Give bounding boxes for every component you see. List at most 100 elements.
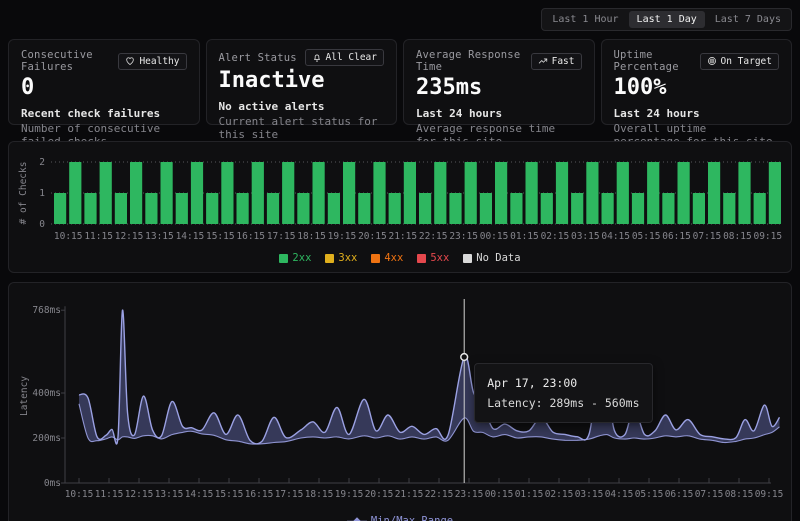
bar[interactable] — [358, 193, 370, 224]
svg-text:02:15: 02:15 — [545, 489, 574, 500]
status-badge-on-target: On Target — [700, 53, 779, 70]
minmax-band — [79, 310, 780, 444]
bar[interactable] — [191, 162, 203, 224]
svg-text:0ms: 0ms — [44, 478, 61, 489]
bar[interactable] — [161, 162, 173, 224]
status-badge-fast: Fast — [531, 53, 582, 70]
bar[interactable] — [237, 193, 249, 224]
stat-card-alert-status: Alert Status All Clear Inactive No activ… — [206, 39, 398, 125]
badge-label: On Target — [721, 56, 772, 67]
bar[interactable] — [526, 162, 538, 224]
bar[interactable] — [510, 193, 522, 224]
svg-text:15:15: 15:15 — [206, 231, 235, 242]
bar[interactable] — [313, 162, 325, 224]
svg-text:14:15: 14:15 — [185, 489, 214, 500]
bar[interactable] — [632, 193, 644, 224]
bar[interactable] — [678, 162, 690, 224]
bar[interactable] — [480, 193, 492, 224]
svg-text:13:15: 13:15 — [155, 489, 184, 500]
stat-card-average-response-time: Average Response Time Fast 235ms Last 24… — [403, 39, 595, 125]
svg-text:01:15: 01:15 — [510, 231, 539, 242]
legend-item-minmax-range[interactable]: Min/Max Range — [347, 515, 453, 521]
heart-pulse-icon — [125, 56, 135, 66]
svg-text:22:15: 22:15 — [419, 231, 448, 242]
bar[interactable] — [206, 193, 218, 224]
bar[interactable] — [602, 193, 614, 224]
bar[interactable] — [769, 162, 781, 224]
bar[interactable] — [343, 162, 355, 224]
bar[interactable] — [84, 193, 96, 224]
bell-icon — [312, 53, 322, 63]
bar[interactable] — [297, 193, 309, 224]
time-range-group: Last 1 Hour Last 1 Day Last 7 Days — [541, 8, 792, 31]
bar[interactable] — [328, 193, 340, 224]
bar[interactable] — [145, 193, 157, 224]
bar[interactable] — [708, 162, 720, 224]
legend-item-no-data[interactable]: No Data — [463, 252, 520, 264]
bar[interactable] — [389, 193, 401, 224]
stat-card-consecutive-failures: Consecutive Failures Healthy 0 Recent ch… — [8, 39, 200, 125]
legend-item-2xx[interactable]: 2xx — [279, 252, 311, 264]
bar[interactable] — [647, 162, 659, 224]
bar[interactable] — [373, 162, 385, 224]
svg-text:0: 0 — [39, 219, 45, 230]
latency-area-chart[interactable]: Latency768ms400ms200ms0ms10:1511:1512:15… — [17, 291, 783, 509]
bar[interactable] — [130, 162, 142, 224]
bar[interactable] — [738, 162, 750, 224]
svg-text:21:15: 21:15 — [395, 489, 424, 500]
bar[interactable] — [282, 162, 294, 224]
bar[interactable] — [754, 193, 766, 224]
tooltip-latency-range: Latency: 289ms - 560ms — [487, 393, 639, 413]
svg-text:768ms: 768ms — [32, 305, 61, 316]
legend-item-3xx[interactable]: 3xx — [325, 252, 357, 264]
bar[interactable] — [267, 193, 279, 224]
time-range-last-1-day[interactable]: Last 1 Day — [629, 11, 705, 28]
time-range-last-1-hour[interactable]: Last 1 Hour — [544, 11, 626, 28]
svg-text:23:15: 23:15 — [455, 489, 484, 500]
bar[interactable] — [541, 193, 553, 224]
svg-text:20:15: 20:15 — [358, 231, 387, 242]
bar[interactable] — [586, 162, 598, 224]
svg-text:00:15: 00:15 — [480, 231, 509, 242]
bar[interactable] — [495, 162, 507, 224]
legend-swatch — [463, 254, 472, 263]
bar[interactable] — [54, 193, 66, 224]
svg-text:21:15: 21:15 — [388, 231, 417, 242]
svg-text:22:15: 22:15 — [425, 489, 454, 500]
bar[interactable] — [176, 193, 188, 224]
bar[interactable] — [115, 193, 127, 224]
bar[interactable] — [419, 193, 431, 224]
legend-item-4xx[interactable]: 4xx — [371, 252, 403, 264]
checks-bar-chart[interactable]: # of Checks21010:1511:1512:1513:1514:151… — [17, 150, 783, 246]
svg-text:01:15: 01:15 — [515, 489, 544, 500]
bar[interactable] — [693, 193, 705, 224]
bar[interactable] — [434, 162, 446, 224]
bar[interactable] — [556, 162, 568, 224]
bar[interactable] — [465, 162, 477, 224]
min-line — [79, 404, 780, 444]
bar[interactable] — [404, 162, 416, 224]
trending-up-icon — [538, 56, 548, 66]
svg-text:200ms: 200ms — [32, 433, 61, 444]
legend-item-5xx[interactable]: 5xx — [417, 252, 449, 264]
svg-text:00:15: 00:15 — [485, 489, 514, 500]
minmax-line-icon — [347, 517, 367, 521]
time-range-last-7-days[interactable]: Last 7 Days — [707, 11, 789, 28]
svg-text:17:15: 17:15 — [275, 489, 304, 500]
bar[interactable] — [723, 193, 735, 224]
svg-text:12:15: 12:15 — [115, 231, 144, 242]
stat-cards-row: Consecutive Failures Healthy 0 Recent ch… — [8, 39, 792, 125]
time-range-bar: Last 1 Hour Last 1 Day Last 7 Days — [0, 0, 800, 31]
bar[interactable] — [221, 162, 233, 224]
svg-text:07:15: 07:15 — [695, 489, 724, 500]
legend-swatch — [371, 254, 380, 263]
bar[interactable] — [100, 162, 112, 224]
bar[interactable] — [617, 162, 629, 224]
bar[interactable] — [662, 193, 674, 224]
bar[interactable] — [449, 193, 461, 224]
bar[interactable] — [571, 193, 583, 224]
bar[interactable] — [252, 162, 264, 224]
bar[interactable] — [69, 162, 81, 224]
svg-text:18:15: 18:15 — [297, 231, 326, 242]
svg-text:10:15: 10:15 — [65, 489, 94, 500]
